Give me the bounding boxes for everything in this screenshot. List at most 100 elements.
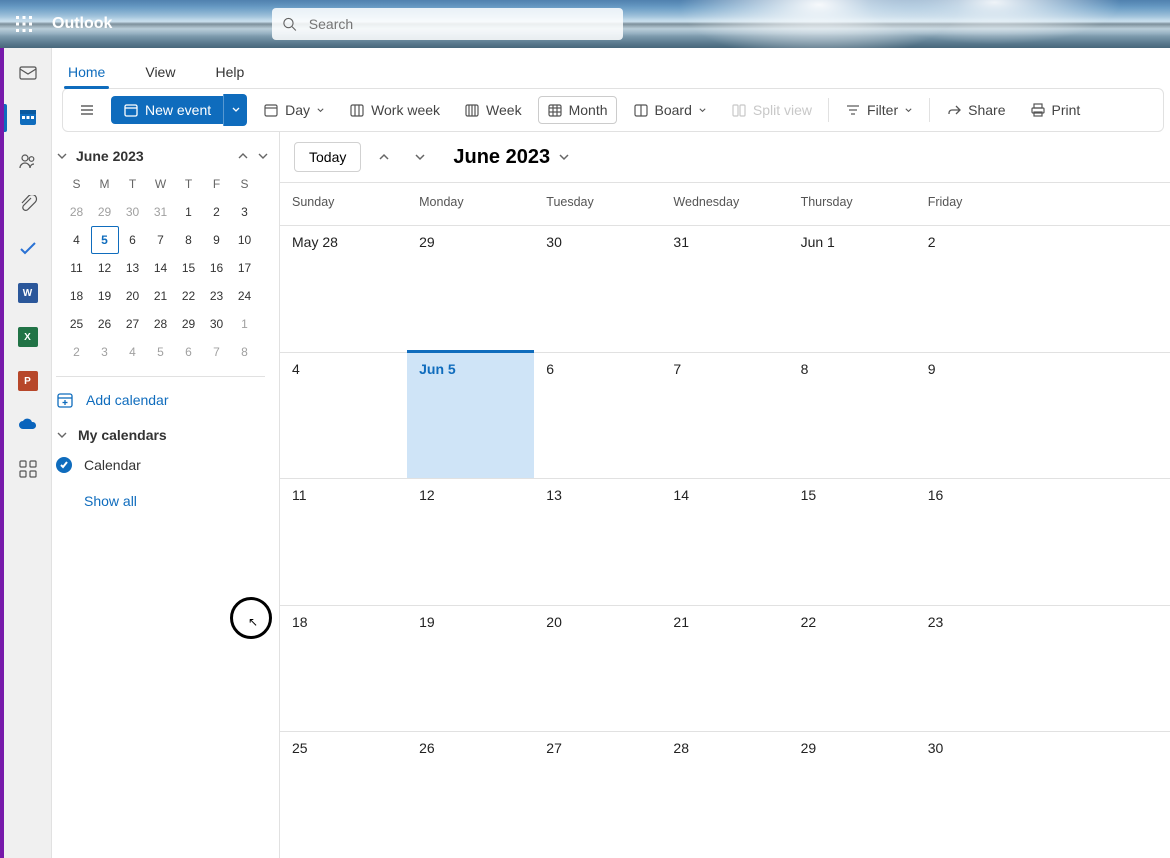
mini-calendar[interactable]: SMTWTFS282930311234567891011121314151617… [52, 170, 269, 366]
mini-day[interactable]: 1 [175, 198, 203, 226]
mini-day[interactable]: 3 [231, 198, 259, 226]
mini-day[interactable]: 29 [91, 198, 119, 226]
mail-icon[interactable] [17, 62, 39, 84]
mini-day[interactable]: 8 [231, 338, 259, 366]
calendar-cell[interactable]: 22 [789, 606, 916, 732]
mini-day[interactable]: 24 [231, 282, 259, 310]
calendar-cell[interactable]: 8 [789, 353, 916, 479]
calendar-cell[interactable]: 2 [916, 226, 1043, 352]
more-apps-icon[interactable] [17, 458, 39, 480]
calendar-cell[interactable]: 27 [534, 732, 661, 858]
mini-day[interactable]: 7 [147, 226, 175, 254]
mini-day[interactable]: 9 [203, 226, 231, 254]
tab-home[interactable]: Home [62, 58, 111, 88]
day-view-button[interactable]: Day [255, 97, 333, 123]
mini-day[interactable]: 1 [231, 310, 259, 338]
powerpoint-icon[interactable]: P [17, 370, 39, 392]
mini-day[interactable]: 4 [119, 338, 147, 366]
my-calendars-section[interactable]: My calendars [52, 413, 269, 451]
calendar-cell[interactable]: 29 [789, 732, 916, 858]
mini-day[interactable]: 28 [63, 198, 91, 226]
mini-day[interactable]: 19 [91, 282, 119, 310]
calendar-cell[interactable]: 19 [407, 606, 534, 732]
mini-day[interactable]: 7 [203, 338, 231, 366]
calendar-cell[interactable]: Jun 1 [789, 226, 916, 352]
calendar-cell[interactable]: 28 [661, 732, 788, 858]
mini-day[interactable]: 25 [63, 310, 91, 338]
month-title[interactable]: June 2023 [453, 146, 570, 169]
calendar-cell[interactable]: 21 [661, 606, 788, 732]
onedrive-icon[interactable] [17, 414, 39, 436]
mini-day[interactable]: 5 [91, 226, 119, 254]
mini-day[interactable]: 12 [91, 254, 119, 282]
files-icon[interactable] [17, 194, 39, 216]
calendar-cell[interactable]: 30 [534, 226, 661, 352]
mini-day[interactable]: 23 [203, 282, 231, 310]
calendar-checkbox[interactable] [56, 457, 72, 473]
mini-day[interactable]: 2 [63, 338, 91, 366]
new-event-dropdown[interactable] [223, 94, 247, 126]
mini-day[interactable]: 21 [147, 282, 175, 310]
mini-day[interactable]: 28 [147, 310, 175, 338]
chevron-down-icon[interactable] [56, 150, 68, 162]
calendar-cell[interactable]: 23 [916, 606, 1043, 732]
new-event-button[interactable]: New event [111, 96, 223, 124]
print-button[interactable]: Print [1022, 97, 1089, 123]
mini-day[interactable]: 27 [119, 310, 147, 338]
calendar-cell[interactable]: 9 [916, 353, 1043, 479]
app-launcher-icon[interactable] [0, 16, 48, 32]
calendar-cell[interactable]: 29 [407, 226, 534, 352]
todo-icon[interactable] [17, 238, 39, 260]
tab-view[interactable]: View [139, 58, 181, 88]
mini-day[interactable]: 14 [147, 254, 175, 282]
today-button[interactable]: Today [294, 142, 361, 172]
week-view-button[interactable]: Week [456, 97, 530, 123]
board-view-button[interactable]: Board [625, 97, 715, 123]
show-all-link[interactable]: Show all [52, 479, 269, 513]
calendar-cell[interactable]: 30 [916, 732, 1043, 858]
mini-day[interactable]: 30 [119, 198, 147, 226]
hamburger-icon[interactable] [71, 97, 103, 123]
calendar-cell[interactable]: 20 [534, 606, 661, 732]
mini-day[interactable]: 22 [175, 282, 203, 310]
calendar-cell[interactable]: 18 [280, 606, 407, 732]
search-input[interactable] [307, 15, 613, 33]
calendar-cell[interactable]: 4 [280, 353, 407, 479]
calendar-cell[interactable]: 11 [280, 479, 407, 605]
calendar-cell[interactable]: May 28 [280, 226, 407, 352]
mini-day[interactable]: 13 [119, 254, 147, 282]
calendar-item[interactable]: Calendar [52, 451, 269, 479]
mini-day[interactable]: 5 [147, 338, 175, 366]
next-month-icon[interactable] [257, 150, 269, 162]
calendar-cell[interactable]: 16 [916, 479, 1043, 605]
mini-day[interactable]: 4 [63, 226, 91, 254]
word-icon[interactable]: W [17, 282, 39, 304]
mini-day[interactable]: 20 [119, 282, 147, 310]
calendar-grid[interactable]: SundayMondayTuesdayWednesdayThursdayFrid… [280, 182, 1170, 858]
calendar-cell[interactable]: Jun 5 [407, 353, 534, 479]
calendar-cell[interactable]: 26 [407, 732, 534, 858]
mini-day[interactable]: 31 [147, 198, 175, 226]
mini-month-title[interactable]: June 2023 [76, 148, 229, 164]
calendar-cell[interactable]: 15 [789, 479, 916, 605]
mini-day[interactable]: 6 [175, 338, 203, 366]
mini-day[interactable]: 15 [175, 254, 203, 282]
excel-icon[interactable]: X [17, 326, 39, 348]
mini-day[interactable]: 29 [175, 310, 203, 338]
mini-day[interactable]: 6 [119, 226, 147, 254]
mini-day[interactable]: 10 [231, 226, 259, 254]
mini-day[interactable]: 30 [203, 310, 231, 338]
calendar-cell[interactable]: 14 [661, 479, 788, 605]
filter-button[interactable]: Filter [837, 97, 921, 123]
mini-day[interactable]: 11 [63, 254, 91, 282]
people-icon[interactable] [17, 150, 39, 172]
mini-day[interactable]: 2 [203, 198, 231, 226]
prev-period-icon[interactable] [371, 144, 397, 170]
calendar-cell[interactable]: 25 [280, 732, 407, 858]
calendar-cell[interactable]: 13 [534, 479, 661, 605]
mini-day[interactable]: 17 [231, 254, 259, 282]
prev-month-icon[interactable] [237, 150, 249, 162]
mini-day[interactable]: 3 [91, 338, 119, 366]
share-button[interactable]: Share [938, 97, 1013, 123]
calendar-cell[interactable]: 31 [661, 226, 788, 352]
